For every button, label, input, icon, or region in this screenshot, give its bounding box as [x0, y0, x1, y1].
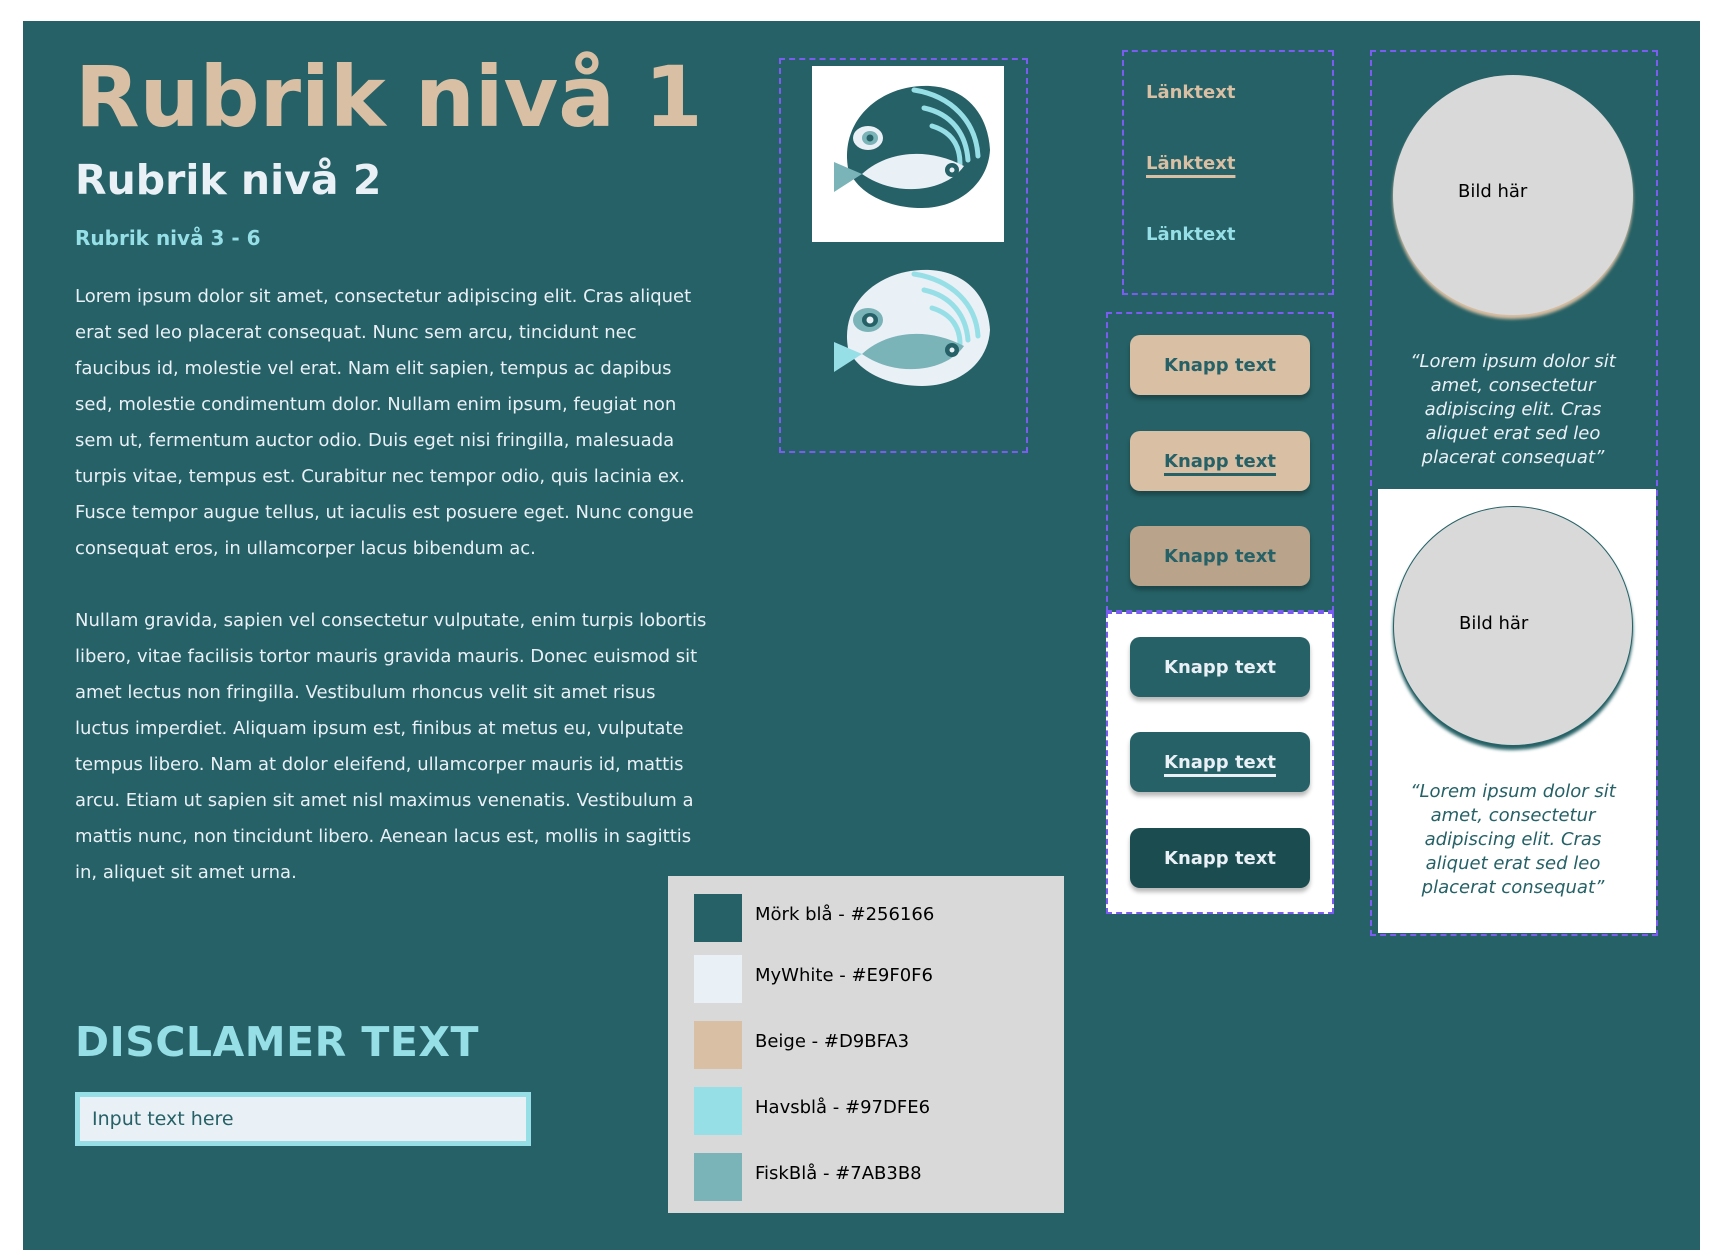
quote-text-dark: “Lorem ipsum dolor sit amet, consectetur…	[1410, 351, 1616, 468]
color-swatch	[694, 955, 742, 1003]
button-beige-pressed[interactable]: Knapp text	[1130, 526, 1310, 586]
body-paragraph-1: Lorem ipsum dolor sit amet, consectetur …	[75, 286, 694, 559]
image-placeholder-dark: Bild här	[1393, 75, 1633, 315]
color-label: Mörk blå - #256166	[755, 904, 935, 925]
heading-level-3-6: Rubrik nivå 3 - 6	[75, 226, 261, 250]
button-teal-pressed[interactable]: Knapp text	[1130, 828, 1310, 888]
color-label: MyWhite - #E9F0F6	[755, 965, 933, 986]
color-palette: Mörk blå - #256166 MyWhite - #E9F0F6 Bei…	[668, 876, 1064, 1213]
palette-item: Beige - #D9BFA3	[694, 1021, 1054, 1069]
palette-item: Havsblå - #97DFE6	[694, 1087, 1054, 1135]
disclaimer-text: DISCLAMER TEXT	[75, 1018, 479, 1066]
color-swatch	[694, 1153, 742, 1201]
palette-item: Mörk blå - #256166	[694, 894, 1054, 942]
fish-logo-inverted-icon	[834, 269, 990, 386]
button-teal-hover[interactable]: Knapp text	[1130, 732, 1310, 792]
button-teal-default[interactable]: Knapp text	[1130, 637, 1310, 697]
heading-level-2: Rubrik nivå 2	[75, 156, 382, 204]
link-default[interactable]: Länktext	[1146, 84, 1235, 102]
link-visited[interactable]: Länktext	[1146, 226, 1235, 244]
color-swatch	[694, 1021, 742, 1069]
palette-item: MyWhite - #E9F0F6	[694, 955, 1054, 1003]
color-label: FiskBlå - #7AB3B8	[755, 1163, 922, 1184]
image-placeholder-label: Bild här	[1459, 613, 1529, 634]
color-swatch	[694, 894, 742, 942]
text-input[interactable]	[75, 1092, 531, 1146]
color-swatch	[694, 1087, 742, 1135]
button-beige-default[interactable]: Knapp text	[1130, 335, 1310, 395]
body-paragraph-2: Nullam gravida, sapien vel consectetur v…	[75, 610, 707, 883]
quote-text-light: “Lorem ipsum dolor sit amet, consectetur…	[1410, 781, 1616, 898]
heading-level-1: Rubrik nivå 1	[75, 48, 703, 146]
button-beige-hover[interactable]: Knapp text	[1130, 431, 1310, 491]
fish-logo-icon	[834, 85, 990, 208]
image-placeholder-label: Bild här	[1458, 181, 1528, 202]
palette-item: FiskBlå - #7AB3B8	[694, 1153, 1054, 1201]
image-placeholder-light: Bild här	[1393, 506, 1633, 746]
color-label: Havsblå - #97DFE6	[755, 1097, 931, 1118]
link-hover[interactable]: Länktext	[1146, 155, 1235, 173]
color-label: Beige - #D9BFA3	[755, 1031, 910, 1052]
